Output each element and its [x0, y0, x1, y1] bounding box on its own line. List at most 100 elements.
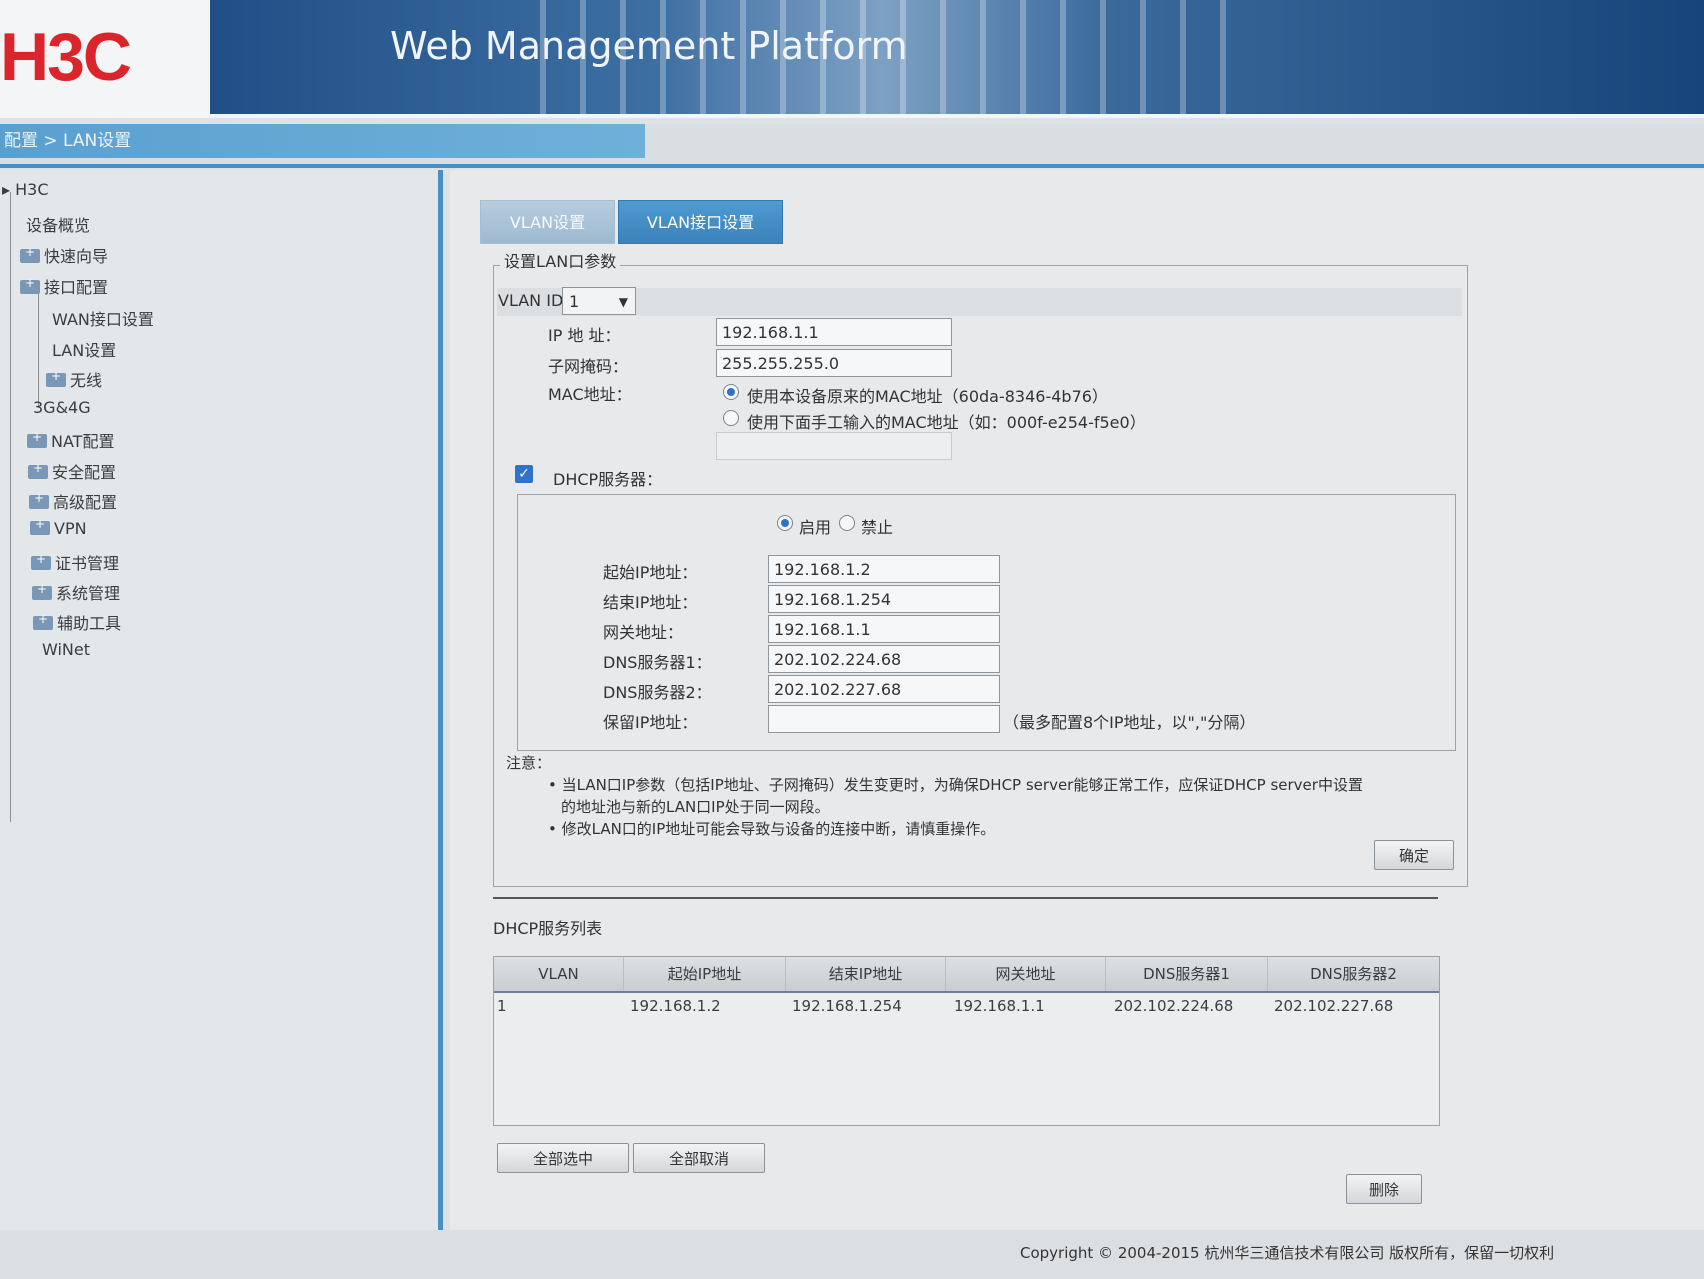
subnet-mask-input[interactable]: 255.255.255.0 — [716, 349, 952, 377]
chevron-down-icon: ▼ — [618, 295, 628, 309]
sidebar-item-label: 无线 — [70, 371, 103, 390]
sidebar-item-label: 系统管理 — [56, 584, 121, 603]
cell-vlan: 1 — [497, 997, 507, 1015]
dhcp-disable-label: 禁止 — [861, 518, 894, 537]
folder-icon — [33, 612, 53, 630]
folder-icon — [28, 461, 48, 479]
sidebar-item-label: 接口配置 — [44, 278, 109, 297]
tree-line — [38, 288, 39, 408]
cell-start-ip: 192.168.1.2 — [630, 997, 721, 1015]
sidebar-item-overview[interactable]: 设备概览 — [26, 212, 90, 236]
sidebar-item-lan[interactable]: LAN设置 — [52, 337, 116, 361]
sidebar-item-label: 安全配置 — [52, 463, 117, 482]
dns2-input[interactable]: 202.102.227.68 — [768, 675, 1000, 703]
cell-gateway: 192.168.1.1 — [954, 997, 1045, 1015]
dhcp-list-title: DHCP服务列表 — [493, 919, 603, 938]
vlan-id-label: VLAN ID — [498, 291, 564, 310]
dhcp-service-table: VLAN 起始IP地址 结束IP地址 网关地址 DNS服务器1 DNS服务器2 … — [493, 956, 1440, 1126]
column-header-gateway[interactable]: 网关地址 — [946, 957, 1106, 991]
select-all-button[interactable]: 全部选中 — [497, 1143, 629, 1173]
sidebar-item-winet[interactable]: WiNet — [42, 640, 90, 659]
sidebar-item-label: H3C — [15, 180, 49, 199]
start-ip-input[interactable]: 192.168.1.2 — [768, 555, 1000, 583]
section-divider — [493, 897, 1438, 899]
delete-button[interactable]: 删除 — [1346, 1174, 1422, 1204]
tab-vlan-settings[interactable]: VLAN设置 — [480, 200, 615, 244]
folder-icon — [46, 369, 66, 387]
dhcp-enable-label: 启用 — [799, 518, 832, 537]
reserved-ip-hint: （最多配置8个IP地址，以","分隔） — [1003, 713, 1256, 732]
sidebar-item-nat[interactable]: NAT配置 — [27, 428, 114, 452]
sidebar-item-wan[interactable]: WAN接口设置 — [52, 306, 154, 330]
sidebar-item-interface-config[interactable]: 接口配置 — [20, 274, 108, 298]
column-header-dns2[interactable]: DNS服务器2 — [1268, 957, 1439, 991]
note-title: 注意： — [506, 754, 552, 772]
sidebar-item-label: 证书管理 — [55, 554, 120, 573]
mask-label: 子网掩码： — [548, 357, 629, 376]
end-ip-input[interactable]: 192.168.1.254 — [768, 585, 1000, 613]
folder-icon — [27, 430, 47, 448]
sidebar-item-label: WiNet — [42, 640, 90, 659]
sidebar-item-quick-wizard[interactable]: 快速向导 — [20, 243, 108, 267]
folder-icon — [31, 552, 51, 570]
mac-label: MAC地址： — [548, 385, 632, 404]
gateway-input[interactable]: 192.168.1.1 — [768, 615, 1000, 643]
ip-address-input[interactable]: 192.168.1.1 — [716, 318, 952, 346]
tree-line — [10, 192, 11, 822]
dhcp-enable-radio[interactable] — [777, 515, 793, 531]
banner: Web Management Platform — [210, 0, 1704, 114]
sidebar-item-root[interactable]: ▸ H3C — [2, 180, 49, 199]
mac-original-label: 使用本设备原来的MAC地址（60da-8346-4b76） — [747, 387, 1108, 406]
sidebar-item-label: 3G&4G — [33, 398, 91, 417]
mac-manual-label: 使用下面手工输入的MAC地址（如：000f-e254-f5e0） — [747, 413, 1146, 432]
fieldset-legend: 设置LAN口参数 — [500, 248, 621, 272]
sidebar-item-advanced[interactable]: 高级配置 — [29, 489, 117, 513]
folder-icon — [32, 582, 52, 600]
note-bullet-2: • 修改LAN口的IP地址可能会导致与设备的连接中断，请慎重操作。 — [548, 820, 996, 838]
folder-icon — [30, 517, 50, 535]
sidebar-item-certificates[interactable]: 证书管理 — [31, 550, 119, 574]
note-bullet-1-cont: 的地址池与新的LAN口IP处于同一网段。 — [561, 798, 830, 816]
note-bullet-1: • 当LAN口IP参数（包括IP地址、子网掩码）发生变更时，为确保DHCP se… — [548, 776, 1363, 794]
sidebar-item-security[interactable]: 安全配置 — [28, 459, 116, 483]
note-1-text: 当LAN口IP参数（包括IP地址、子网掩码）发生变更时，为确保DHCP serv… — [561, 776, 1363, 794]
sidebar-item-vpn[interactable]: VPN — [30, 517, 87, 538]
confirm-button[interactable]: 确定 — [1374, 840, 1454, 870]
folder-icon — [29, 491, 49, 509]
column-header-start-ip[interactable]: 起始IP地址 — [624, 957, 786, 991]
start-ip-label: 起始IP地址： — [603, 563, 698, 582]
sidebar-item-label: 快速向导 — [44, 247, 109, 266]
column-header-vlan[interactable]: VLAN — [494, 957, 624, 991]
dns1-input[interactable]: 202.102.224.68 — [768, 645, 1000, 673]
dns1-label: DNS服务器1： — [603, 653, 712, 672]
sidebar-item-wireless[interactable]: 无线 — [46, 367, 102, 391]
vlan-id-select[interactable]: 1 ▼ — [562, 287, 636, 315]
platform-title: Web Management Platform — [390, 24, 908, 68]
mac-original-radio[interactable] — [723, 384, 739, 400]
header: H3C Web Management Platform — [0, 0, 1704, 118]
tab-vlan-interface-settings[interactable]: VLAN接口设置 — [618, 200, 783, 244]
note-2-text: 修改LAN口的IP地址可能会导致与设备的连接中断，请慎重操作。 — [561, 820, 996, 838]
h3c-logo: H3C — [0, 19, 132, 95]
reserved-ip-input[interactable] — [768, 705, 1000, 733]
sidebar-item-tools[interactable]: 辅助工具 — [33, 610, 121, 634]
sidebar-item-system[interactable]: 系统管理 — [32, 580, 120, 604]
sidebar: ▸ H3C 设备概览 快速向导 接口配置 WAN接口设置 LAN设置 无线 3G… — [0, 170, 440, 1230]
column-header-dns1[interactable]: DNS服务器1 — [1106, 957, 1268, 991]
vlan-row — [497, 288, 1462, 316]
dhcp-server-label: DHCP服务器： — [553, 470, 663, 489]
cell-dns1: 202.102.224.68 — [1114, 997, 1234, 1015]
mac-manual-radio[interactable] — [723, 410, 739, 426]
copyright-text: Copyright © 2004-2015 杭州华三通信技术有限公司 版权所有，… — [1020, 1244, 1555, 1262]
cell-end-ip: 192.168.1.254 — [792, 997, 902, 1015]
sidebar-divider — [438, 170, 443, 1230]
end-ip-label: 结束IP地址： — [603, 593, 698, 612]
mac-manual-input[interactable] — [716, 432, 952, 460]
reserved-ip-label: 保留IP地址： — [603, 713, 698, 732]
dhcp-server-checkbox[interactable]: ✓ — [515, 465, 533, 483]
vlan-id-value: 1 — [569, 292, 580, 311]
dhcp-disable-radio[interactable] — [839, 515, 855, 531]
deselect-all-button[interactable]: 全部取消 — [633, 1143, 765, 1173]
sidebar-item-3g4g[interactable]: 3G&4G — [33, 398, 91, 417]
column-header-end-ip[interactable]: 结束IP地址 — [786, 957, 946, 991]
